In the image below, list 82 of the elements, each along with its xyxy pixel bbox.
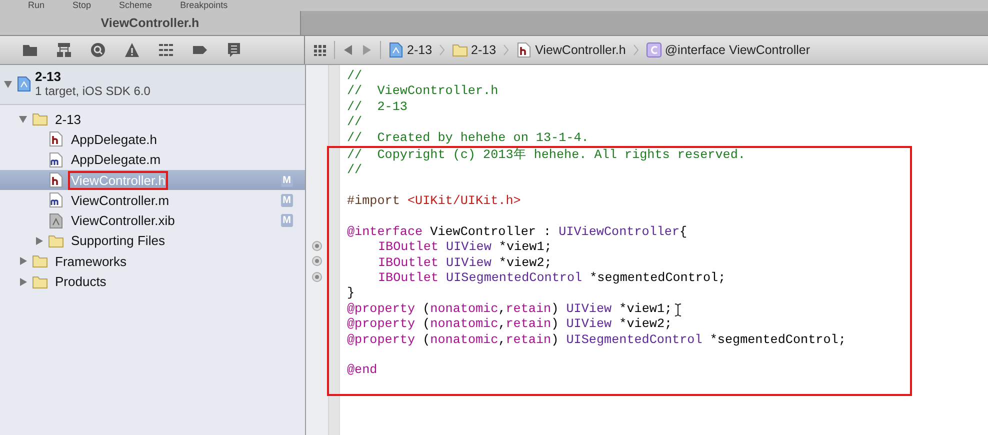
file-name: ViewController.m [70,192,170,210]
project-file-icon [388,42,404,58]
code-line: @interface ViewController : UIViewController{ [347,224,688,240]
breadcrumb-item[interactable]: @interface ViewController [664,43,810,57]
modified-badge: M [280,214,293,228]
back-arrow-icon[interactable] [342,44,354,56]
code-line: @end [347,363,378,379]
code-line: // ViewController.h [347,84,498,100]
modified-badge: M [280,194,293,207]
grid-icon[interactable] [313,43,327,57]
chevron-icon [439,44,446,56]
file-name: ViewController.h [68,170,168,190]
outlet-connection-icon [312,256,322,266]
toolbar-label[interactable]: Breakpoints [180,0,228,11]
navigator-row[interactable]: AppDelegate.m [0,150,305,170]
header-file-icon [48,172,64,188]
file-name: AppDelegate.h [70,130,158,149]
outlet-connection-icon [312,272,322,282]
list-icon[interactable] [158,42,174,58]
navigator-row[interactable]: ViewController.xib M [0,210,305,231]
modified-badge: M [280,174,293,187]
code-line: // [347,163,362,179]
toolbar-label[interactable]: Run [28,0,45,11]
code-line: IBOutlet UISegmentedControl *segmentedControl; [378,271,726,286]
code-line: #import <UIKit/UIKit.h> [347,194,521,210]
project-name: 2-13 [35,70,62,84]
expanded-triangle-icon[interactable] [18,114,28,124]
navigator-row[interactable]: Supporting Files [0,230,305,252]
hierarchy-icon[interactable] [56,42,72,58]
file-name: Frameworks [54,252,128,271]
project-navigator-icon[interactable] [22,42,38,58]
warning-icon[interactable] [124,42,140,58]
code-line: // 2-13 [347,100,408,116]
code-line: @property (nonatomic,retain) UIView *view1; [347,302,672,318]
source-file-icon [48,152,64,168]
search-icon[interactable] [90,42,106,58]
outlet-connection-icon [312,240,322,251]
chevron-icon [632,44,639,56]
class-icon [646,42,662,58]
folder-icon [32,253,48,270]
folder-icon [452,42,468,58]
navigator-row[interactable]: ViewController.m M [0,190,305,210]
folder-icon [48,232,64,249]
code-line: // Created by hehehe on 13-1-4. [347,130,589,146]
code-line: IBOutlet UIView *view1; [378,240,552,256]
file-name: Supporting Files [70,232,166,250]
source-file-icon [48,192,64,208]
navigator-row[interactable]: AppDelegate.h [0,129,305,150]
file-name: 2-13 [54,110,82,129]
speech-bubble-icon[interactable] [226,42,242,58]
folder-icon [32,274,48,290]
code-line: IBOutlet UIView *view2; [378,256,552,272]
file-name: Products [54,273,108,292]
navigator-row[interactable]: Products [0,271,305,292]
collapsed-triangle-icon[interactable] [18,256,28,266]
code-line: @property (nonatomic,retain) UIView *view2; [347,317,672,333]
file-name: ViewController.xib [70,212,176,230]
navigator-row[interactable]: 2-13 [0,109,305,130]
breadcrumb-item[interactable]: 2-13 [407,43,432,57]
breadcrumb-item[interactable]: 2-13 [471,43,496,57]
breadcrumb-item[interactable]: ViewController.h [535,43,626,57]
editor-tab[interactable]: ViewController.h [0,11,301,35]
header-file-icon [48,131,64,148]
text-cursor-icon [674,302,682,317]
interface-file-icon [48,212,64,229]
collapsed-triangle-icon[interactable] [18,276,28,287]
toolbar-label[interactable]: Scheme [119,0,152,11]
chevron-icon [503,44,510,56]
code-line: // Copyright (c) 2013年 hehehe. All rights reserved. [347,148,746,164]
code-line: // [347,69,362,84]
toolbar-label[interactable]: Stop [72,0,92,11]
expanded-triangle-icon[interactable] [3,79,13,89]
navigator-row[interactable]: Frameworks [0,251,305,272]
collapsed-triangle-icon[interactable] [34,236,44,246]
header-file-icon [516,42,532,58]
code-line: } [347,286,355,302]
file-name: AppDelegate.m [70,151,162,170]
project-subtitle: 1 target, iOS SDK 6.0 [35,84,150,98]
folder-icon [32,111,48,128]
project-file-icon [16,76,32,92]
code-line: // [347,115,362,131]
code-line: @property (nonatomic,retain) UISegmentedControl *segmentedControl; [347,332,846,348]
